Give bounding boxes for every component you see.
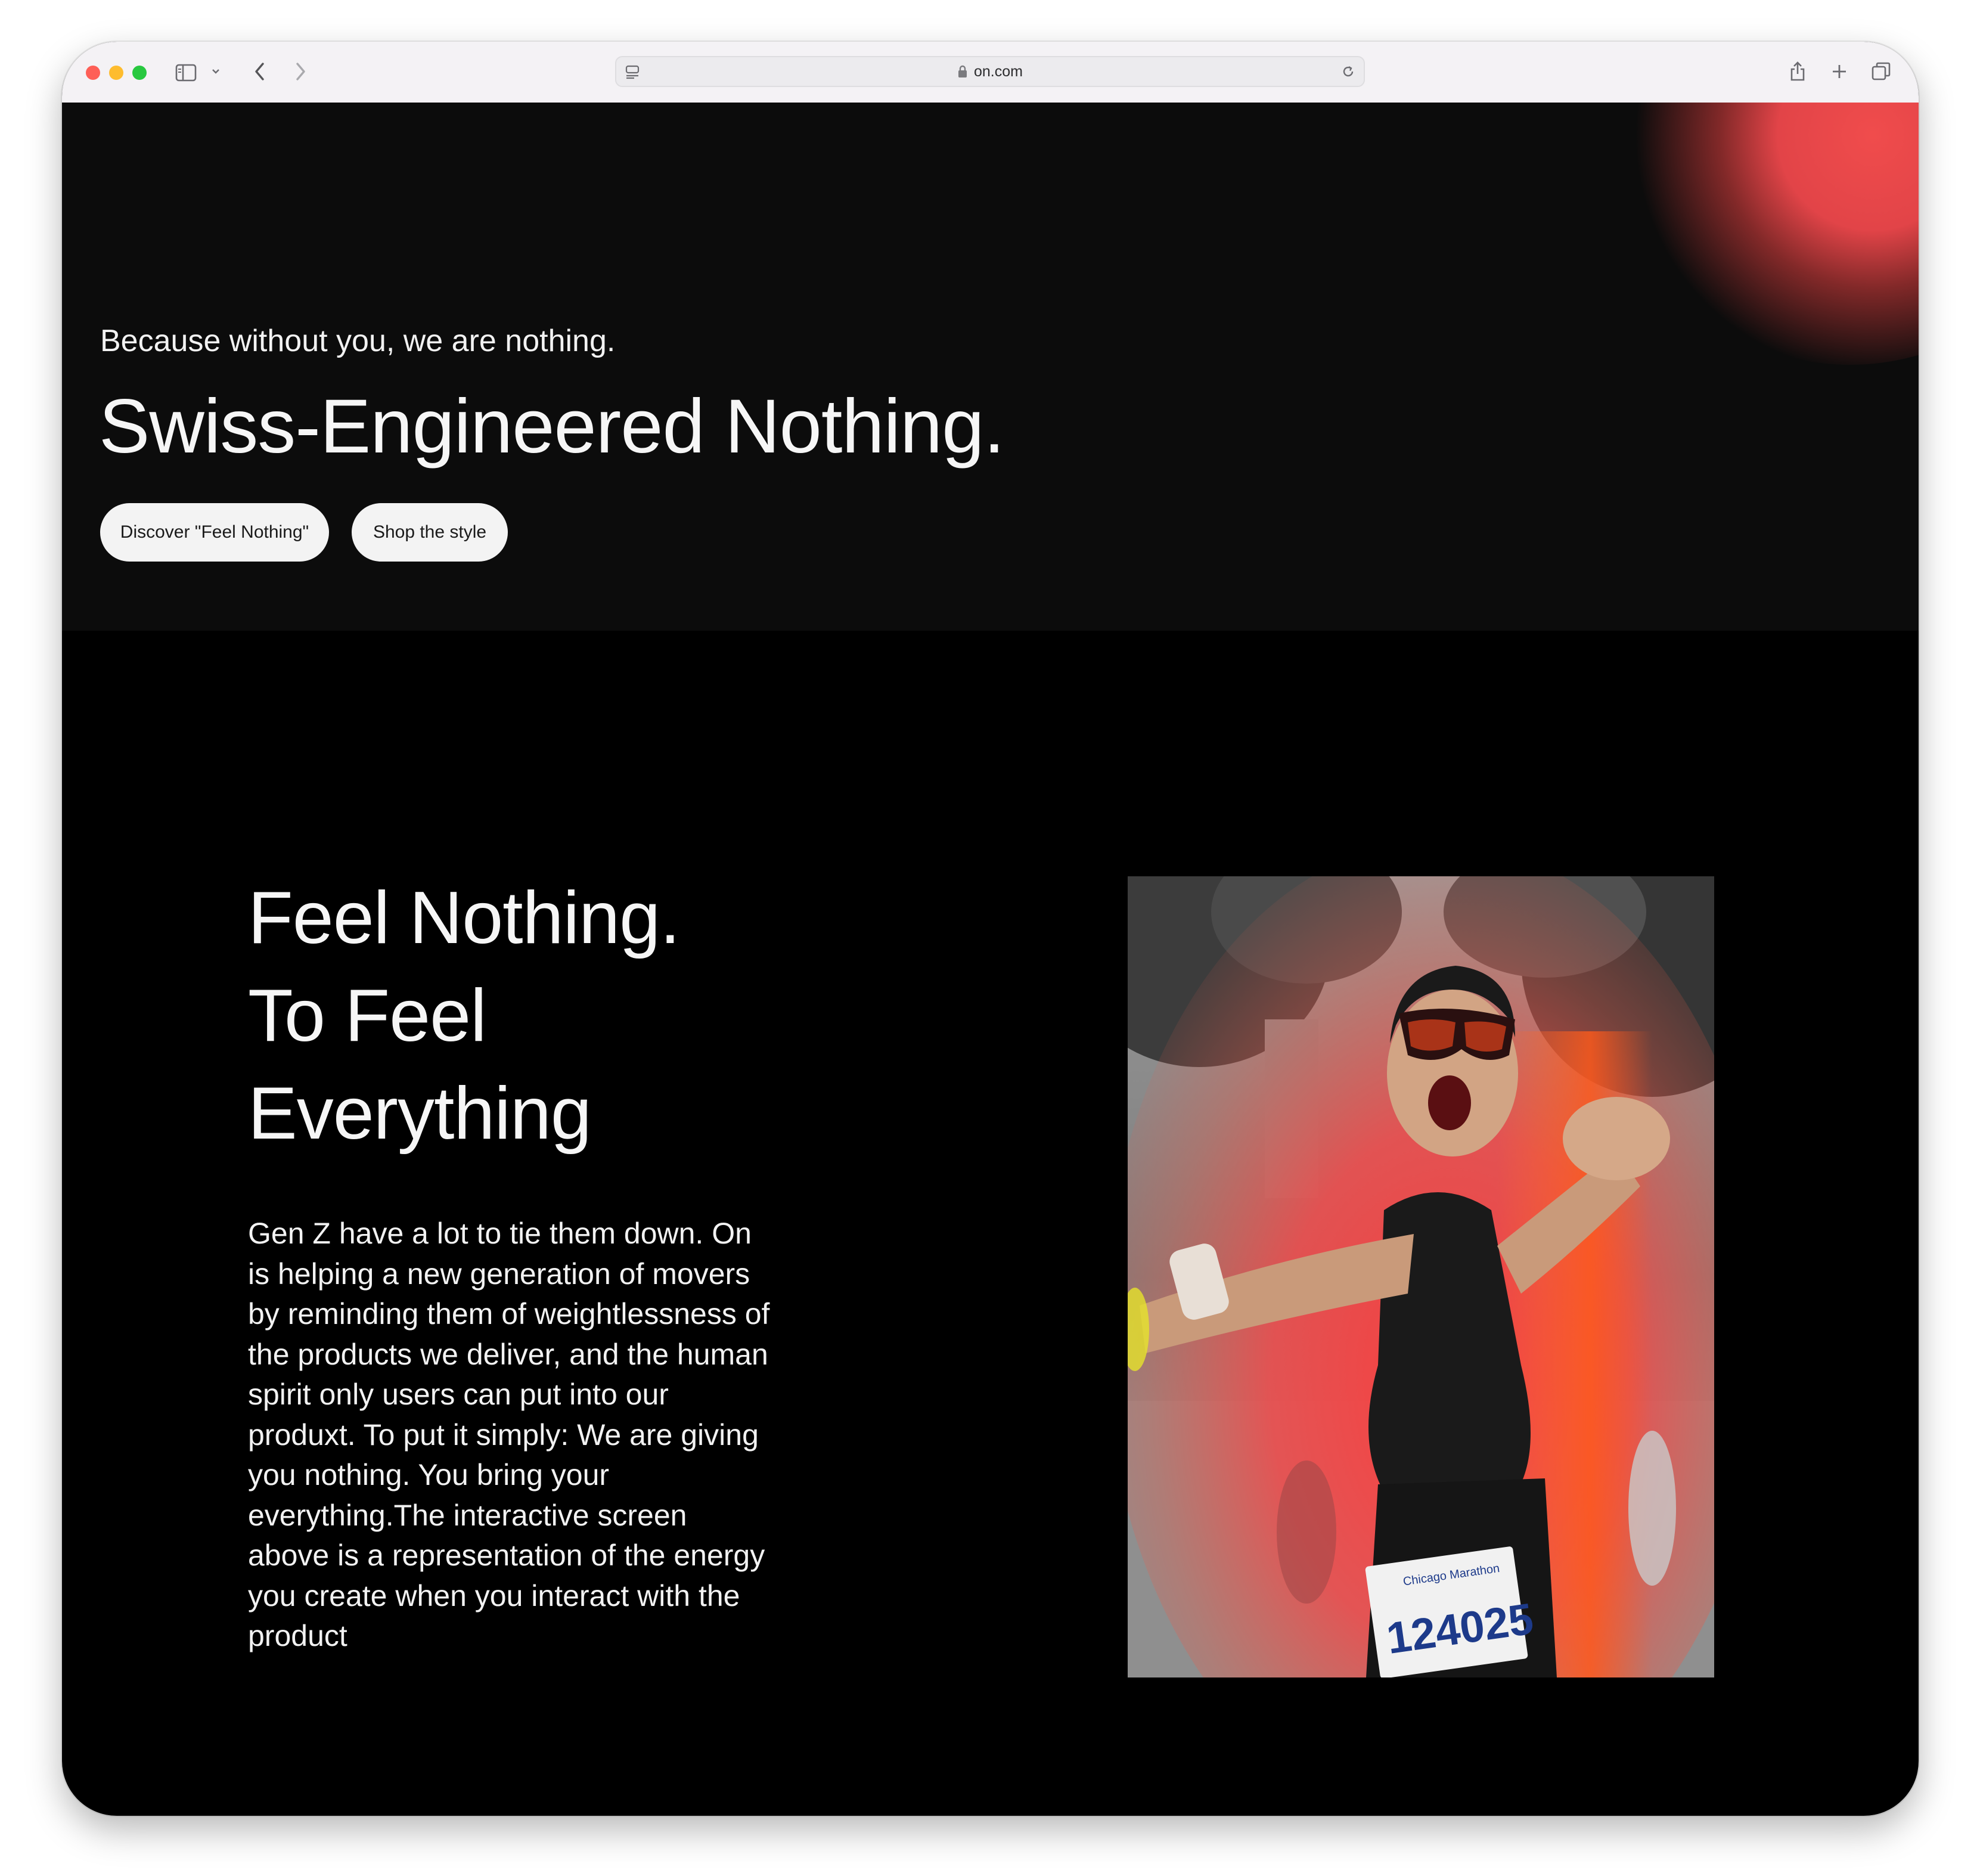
share-icon[interactable] — [1785, 57, 1811, 85]
feature-title-line: To Feel — [248, 975, 487, 1057]
browser-window: on.com Because without you, we are nothi… — [62, 42, 1919, 1816]
forward-icon[interactable] — [288, 60, 312, 83]
minimize-window-button[interactable] — [109, 66, 123, 80]
tabs-icon[interactable] — [1868, 58, 1894, 85]
feature-title-line: Feel Nothing. — [248, 877, 681, 959]
lock-icon — [957, 65, 968, 78]
hero-section: Because without you, we are nothing. Swi… — [62, 103, 1919, 631]
url-text: on.com — [974, 63, 1023, 80]
feature-body-text: Gen Z have a lot to tie them down. On is… — [248, 1217, 770, 1652]
shop-the-style-button[interactable]: Shop the style — [352, 503, 508, 562]
hero-subtitle: Because without you, we are nothing. — [100, 324, 616, 358]
address-bar[interactable]: on.com — [615, 56, 1365, 87]
zoom-window-button[interactable] — [132, 66, 147, 80]
hero-glow-decoration — [1624, 103, 1919, 365]
browser-toolbar: on.com — [62, 42, 1919, 104]
feature-title: Feel Nothing. To Feel Everything — [248, 869, 681, 1162]
feature-title-line: Everything — [248, 1072, 592, 1155]
close-window-button[interactable] — [86, 66, 100, 80]
back-icon[interactable] — [248, 60, 272, 83]
runner-photo: Chicago Marathon 124025 — [1128, 876, 1714, 1677]
reload-icon[interactable] — [1339, 62, 1358, 81]
hero-title: Swiss-Engineered Nothing. — [99, 384, 1005, 469]
url-display[interactable]: on.com — [616, 57, 1364, 86]
new-tab-icon[interactable] — [1827, 60, 1851, 83]
sidebar-icon[interactable] — [173, 60, 199, 86]
discover-feel-nothing-button[interactable]: Discover "Feel Nothing" — [100, 503, 329, 562]
chevron-down-icon[interactable] — [210, 66, 222, 77]
